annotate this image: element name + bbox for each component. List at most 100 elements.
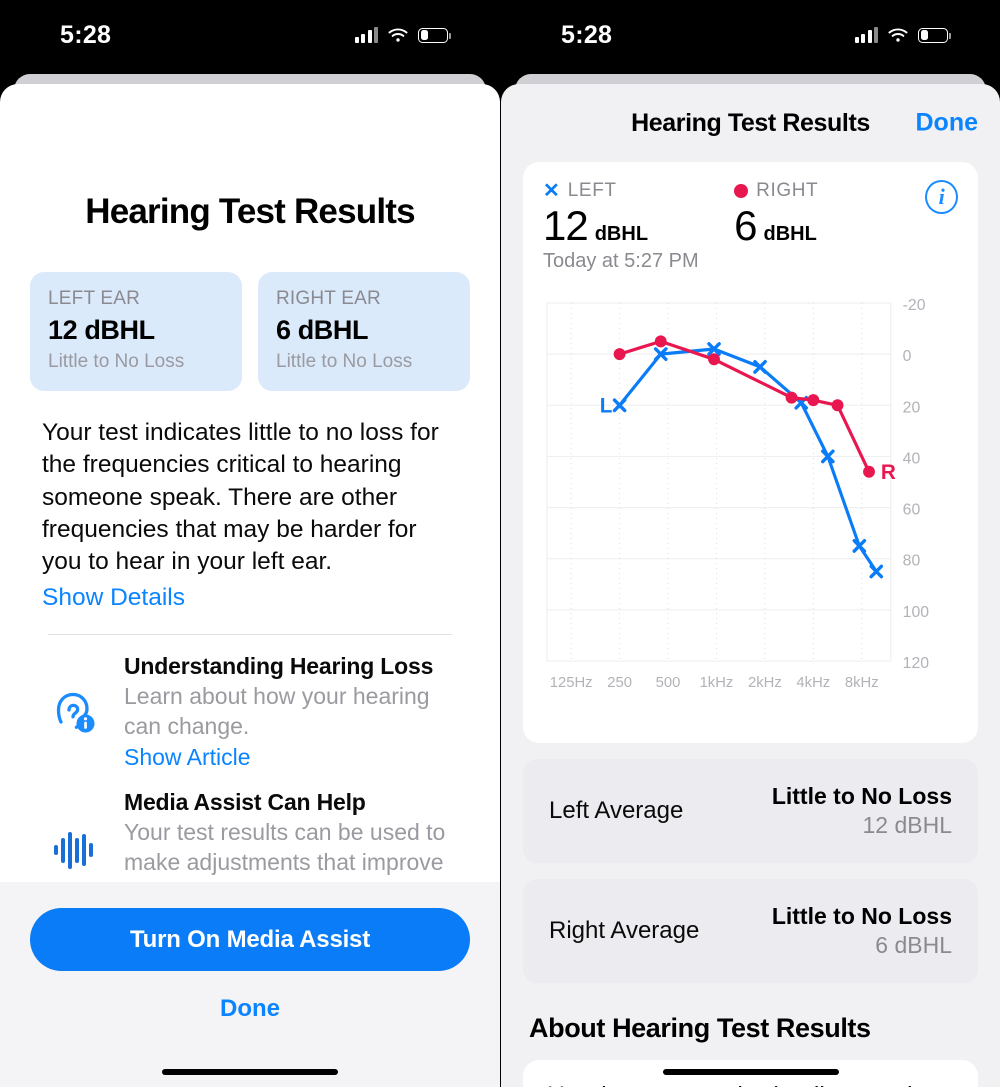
right-ear-value: 6 dBHL [276, 315, 369, 345]
info-row-media-assist[interactable]: Media Assist Can Help Your test results … [30, 771, 470, 887]
cellular-signal-icon [354, 27, 378, 43]
right-scroll-area[interactable]: ✕ LEFT 12 dBHL RIGHT 6 dBHL i Today at 5… [501, 162, 1000, 1087]
home-indicator [162, 1069, 338, 1075]
info-row-text: Media Assist Can Help Your test results … [124, 789, 458, 887]
x-axis-tick-label: 2kHz [748, 675, 782, 691]
data-point-right[interactable] [807, 394, 820, 407]
data-point-right[interactable] [654, 335, 667, 348]
wifi-icon [887, 27, 909, 43]
left-ear-card[interactable]: LEFT EAR 12 dBHL Little to No Loss [30, 272, 242, 391]
waveform-icon [42, 823, 104, 875]
data-point-right[interactable] [831, 399, 844, 412]
legend-right: RIGHT 6 dBHL [734, 180, 925, 248]
right-phone-screen: 5:28 Hearing Test Results Done ✕ LEFT 12… [500, 0, 1000, 1087]
left-ear-label: LEFT EAR [48, 288, 141, 309]
chart-annotation-r: R [881, 461, 896, 484]
legend-right-header: RIGHT [734, 180, 925, 202]
data-point-right[interactable] [785, 391, 798, 404]
info-description: Your test results can be used to make ad… [124, 819, 446, 887]
y-axis-tick-label: 60 [903, 502, 921, 519]
chart-annotation-l: L [600, 394, 613, 417]
audiogram-chart[interactable]: -20 0 20 40 60 80 100 120 125Hz 250 500 1kHz 2kHz 4kH… [543, 289, 958, 729]
y-axis-tick-label: -20 [903, 297, 926, 314]
show-article-link[interactable]: Show Article [124, 744, 251, 771]
data-point-right[interactable] [708, 353, 720, 366]
legend-right-name: RIGHT [756, 180, 819, 201]
legend-right-value: 6 [734, 202, 757, 249]
about-text: Hearing test results (audiograms) [547, 1082, 954, 1087]
ear-info-icon [42, 686, 104, 738]
info-description: Learn about how your hearing can change. [124, 682, 430, 739]
left-average-row[interactable]: Left Average Little to No Loss 12 dBHL [523, 759, 978, 864]
y-axis-tick-label: 40 [903, 450, 921, 467]
about-section-heading: About Hearing Test Results [529, 1013, 871, 1044]
right-ear-status: Little to No Loss [276, 351, 413, 372]
legend-left: ✕ LEFT 12 dBHL [543, 180, 734, 248]
right-average-label: Right Average [549, 917, 700, 945]
dot-marker-icon [734, 184, 749, 198]
left-phone-screen: 5:28 Hearing Test Results LEFT EAR 12 dB… [0, 0, 500, 1087]
screenshot-stage: 5:28 Hearing Test Results LEFT EAR 12 dB… [0, 0, 1000, 1087]
legend-left-value-row: 12 dBHL [543, 202, 734, 249]
left-average-values: Little to No Loss 12 dBHL [772, 783, 952, 839]
info-heading: Media Assist Can Help [124, 789, 366, 816]
y-axis-tick-label: 20 [903, 399, 921, 416]
left-ear-status: Little to No Loss [48, 351, 185, 372]
right-ear-label: RIGHT EAR [276, 288, 381, 309]
left-sheet: Hearing Test Results LEFT EAR 12 dBHL Li… [0, 84, 500, 1087]
info-row-text: Understanding Hearing Loss Learn about h… [124, 653, 458, 772]
info-icon[interactable]: i [925, 180, 958, 214]
right-average-value: 6 dBHL [875, 932, 952, 959]
y-axis-tick-label: 100 [903, 604, 930, 621]
y-axis-tick-label: 120 [903, 655, 930, 672]
legend-left-name: LEFT [567, 180, 617, 201]
data-point-right[interactable] [613, 348, 626, 361]
y-axis-tick-label: 0 [903, 348, 912, 365]
x-axis-tick-label: 1kHz [700, 675, 734, 691]
audiogram-card: ✕ LEFT 12 dBHL RIGHT 6 dBHL i Today at 5… [523, 162, 978, 744]
left-scroll-area[interactable]: Hearing Test Results LEFT EAR 12 dBHL Li… [0, 84, 500, 887]
status-time: 5:28 [60, 20, 112, 49]
home-indicator [662, 1069, 839, 1075]
legend-left-unit: dBHL [594, 223, 649, 245]
legend-left-header: ✕ LEFT [543, 180, 734, 202]
battery-icon [418, 27, 451, 43]
x-axis-tick-label: 500 [656, 675, 681, 691]
legend-right-unit: dBHL [763, 223, 817, 245]
info-row-understanding-hearing-loss[interactable]: Understanding Hearing Loss Learn about h… [30, 635, 470, 772]
right-sheet: Hearing Test Results Done ✕ LEFT 12 dBHL… [501, 84, 1000, 1087]
chart-timestamp: Today at 5:27 PM [543, 250, 699, 273]
x-axis-tick-label: 4kHz [796, 675, 830, 691]
right-average-row[interactable]: Right Average Little to No Loss 6 dBHL [523, 879, 978, 984]
right-average-values: Little to No Loss 6 dBHL [772, 903, 952, 959]
right-ear-card[interactable]: RIGHT EAR 6 dBHL Little to No Loss [258, 272, 470, 391]
legend-left-value: 12 [543, 202, 589, 249]
left-footer-actions: Turn On Media Assist Done [0, 882, 500, 1087]
page-title: Hearing Test Results [85, 192, 415, 231]
summary-paragraph: Your test indicates little to no loss fo… [42, 419, 439, 576]
status-bar-left: 5:28 [0, 0, 500, 70]
data-point-right[interactable] [863, 465, 875, 478]
right-average-status: Little to No Loss [771, 903, 952, 930]
done-button[interactable]: Done [30, 995, 470, 1023]
battery-icon [918, 27, 951, 43]
wifi-icon [387, 27, 409, 43]
status-bar-right: 5:28 [501, 0, 1000, 70]
left-ear-value: 12 dBHL [48, 315, 155, 345]
left-average-label: Left Average [549, 797, 684, 825]
show-details-link[interactable]: Show Details [42, 584, 185, 612]
info-heading: Understanding Hearing Loss [124, 652, 434, 679]
turn-on-media-assist-button[interactable]: Turn On Media Assist [30, 908, 470, 971]
x-axis-tick-label: 250 [607, 675, 632, 691]
left-average-value: 12 dBHL [862, 812, 952, 839]
status-icons [854, 27, 961, 43]
nav-done-button[interactable]: Done [916, 109, 979, 138]
status-time: 5:28 [561, 20, 613, 49]
cellular-signal-icon [854, 27, 878, 43]
x-axis-tick-label: 8kHz [845, 675, 879, 691]
y-axis-tick-label: 80 [903, 553, 921, 570]
chart-legend: ✕ LEFT 12 dBHL RIGHT 6 dBHL i [543, 180, 958, 248]
status-icons [354, 27, 461, 43]
nav-title: Hearing Test Results [631, 108, 870, 137]
left-average-status: Little to No Loss [771, 783, 952, 810]
